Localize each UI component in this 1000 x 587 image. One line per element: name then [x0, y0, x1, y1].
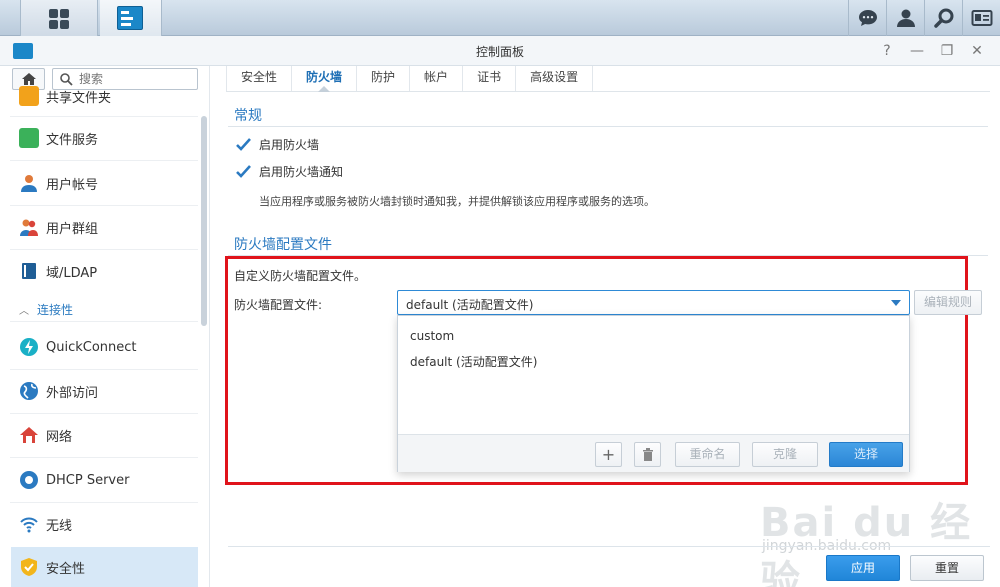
tab-advanced[interactable]: 高级设置 — [516, 66, 594, 91]
sidebar-item-label: 无线 — [46, 518, 73, 534]
divider — [228, 126, 988, 127]
profile-section-title: 防火墙配置文件 — [234, 237, 332, 253]
control-panel-task-button[interactable] — [100, 0, 162, 36]
sidebar: 共享文件夹 文件服务 用户帐号 用户群组 域/LDAP ︿ 连接性 QuickC… — [0, 66, 210, 587]
globe-icon — [19, 381, 39, 401]
sidebar-item-security[interactable]: 安全性 — [11, 547, 198, 587]
sidebar-item-label: 网络 — [46, 429, 73, 445]
minimize-button[interactable]: — — [904, 40, 930, 62]
sidebar-item-ldap[interactable]: 域/LDAP — [0, 251, 200, 291]
close-button[interactable]: ✕ — [964, 40, 990, 62]
general-section-title: 常规 — [234, 108, 262, 124]
shared-folder-icon — [19, 86, 39, 106]
sidebar-item-wireless[interactable]: 无线 — [0, 504, 200, 544]
reset-button[interactable]: 重置 — [910, 555, 984, 581]
tab-account[interactable]: 帐户 — [410, 66, 464, 91]
sidebar-item-label: 用户群组 — [46, 221, 99, 237]
dhcp-icon — [19, 470, 39, 490]
enable-firewall-checkbox[interactable] — [235, 137, 251, 153]
tab-bar: 安全性 防火墙 防护 帐户 证书 高级设置 — [226, 66, 990, 92]
chevron-up-icon: ︿ — [19, 305, 29, 317]
enable-firewall-label: 启用防火墙 — [259, 138, 320, 152]
plus-icon: + — [601, 445, 616, 464]
sidebar-item-shared-folder[interactable]: 共享文件夹 — [0, 81, 200, 111]
window-titlebar: 控制面板 ? — ❐ ✕ — [0, 36, 1000, 66]
sidebar-scrollbar[interactable] — [201, 116, 207, 326]
taskbar — [0, 0, 1000, 36]
edit-rules-button[interactable]: 编辑规则 — [914, 290, 982, 315]
sidebar-item-file-services[interactable]: 文件服务 — [0, 118, 200, 158]
profile-dropdown: custom default (活动配置文件) + 重命名 克隆 选择 — [397, 315, 910, 472]
enable-notify-checkbox[interactable] — [235, 164, 251, 180]
sidebar-item-label: QuickConnect — [46, 339, 137, 355]
sidebar-item-quickconnect[interactable]: QuickConnect — [0, 327, 200, 367]
profile-description: 自定义防火墙配置文件。 — [234, 269, 367, 283]
clone-profile-button[interactable]: 克隆 — [752, 442, 818, 467]
sidebar-item-label: 域/LDAP — [46, 265, 98, 281]
wifi-icon — [19, 514, 39, 534]
main-menu-button[interactable] — [20, 0, 98, 36]
dropdown-footer: + 重命名 克隆 选择 — [398, 434, 909, 472]
profile-select[interactable]: default (活动配置文件) — [397, 290, 910, 315]
chat-icon[interactable] — [848, 0, 886, 36]
chevron-down-icon — [891, 300, 901, 306]
sidebar-item-label: 文件服务 — [46, 132, 99, 148]
enable-notify-row[interactable]: 启用防火墙通知 — [235, 163, 343, 180]
help-button[interactable]: ? — [874, 40, 900, 62]
section-label: 连接性 — [37, 302, 74, 317]
dropdown-option-custom[interactable]: custom — [410, 329, 454, 343]
apply-button[interactable]: 应用 — [826, 555, 900, 581]
quickconnect-icon — [19, 337, 39, 357]
sidebar-item-dhcp[interactable]: DHCP Server — [0, 460, 200, 500]
sidebar-item-label: 安全性 — [46, 561, 86, 577]
sidebar-item-user[interactable]: 用户帐号 — [0, 163, 200, 203]
maximize-button[interactable]: ❐ — [934, 40, 960, 62]
grid-icon — [49, 9, 69, 29]
tab-certificate[interactable]: 证书 — [463, 66, 517, 91]
tab-security[interactable]: 安全性 — [226, 66, 293, 91]
trash-icon — [642, 448, 653, 461]
sidebar-item-label: DHCP Server — [46, 472, 130, 488]
sidebar-item-external-access[interactable]: 外部访问 — [0, 371, 200, 411]
sidebar-item-network[interactable]: 网络 — [0, 415, 200, 455]
network-icon — [19, 425, 39, 445]
notify-description: 当应用程序或服务被防火墙封锁时通知我，并提供解锁该应用程序或服务的选项。 — [259, 195, 655, 208]
rename-profile-button[interactable]: 重命名 — [675, 442, 740, 467]
dropdown-option-default[interactable]: default (活动配置文件) — [410, 353, 537, 370]
profile-select-value: default (活动配置文件) — [406, 298, 534, 312]
tab-protection[interactable]: 防护 — [357, 66, 411, 91]
window-title: 控制面板 — [475, 45, 524, 59]
shield-icon — [19, 557, 39, 577]
ldap-icon — [19, 261, 39, 281]
select-profile-button[interactable]: 选择 — [829, 442, 903, 467]
user-icon[interactable] — [886, 0, 924, 36]
control-panel-icon — [117, 6, 143, 30]
divider — [228, 546, 990, 547]
sidebar-item-label: 外部访问 — [46, 385, 99, 401]
enable-firewall-row[interactable]: 启用防火墙 — [235, 136, 319, 153]
file-services-icon — [19, 128, 39, 148]
enable-notify-label: 启用防火墙通知 — [259, 165, 344, 179]
search-icon[interactable] — [924, 0, 962, 36]
sidebar-section-connectivity[interactable]: ︿ 连接性 — [0, 297, 200, 321]
profile-label: 防火墙配置文件: — [234, 298, 323, 312]
sidebar-item-label: 用户帐号 — [46, 177, 99, 193]
delete-profile-button[interactable] — [634, 442, 661, 467]
tab-firewall[interactable]: 防火墙 — [292, 66, 358, 92]
id-card-icon[interactable] — [962, 0, 1000, 36]
sidebar-item-group[interactable]: 用户群组 — [0, 207, 200, 247]
group-icon — [19, 217, 39, 237]
sidebar-item-label: 共享文件夹 — [46, 90, 112, 106]
add-profile-button[interactable]: + — [595, 442, 622, 467]
user-icon — [19, 173, 39, 193]
